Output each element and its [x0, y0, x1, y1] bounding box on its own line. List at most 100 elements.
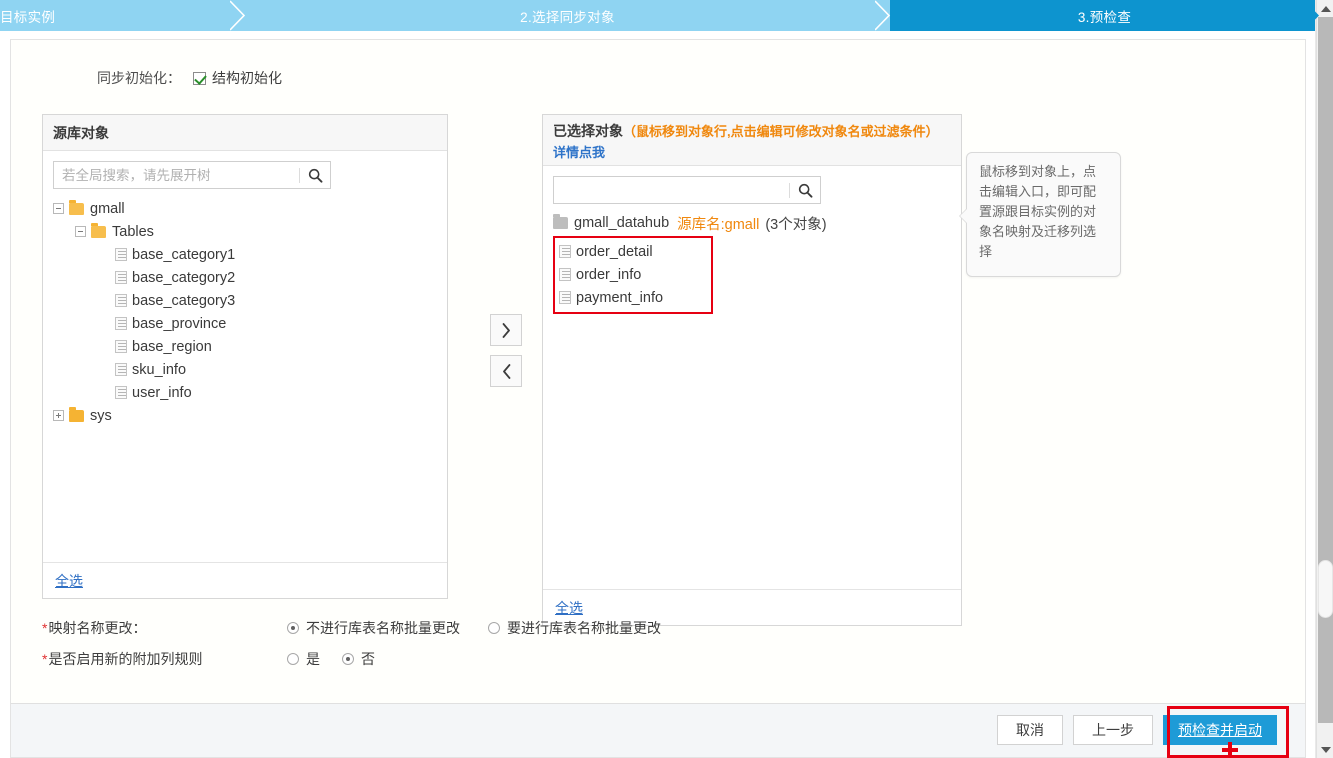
- tree-node[interactable]: sys: [53, 404, 437, 427]
- page-scrollbar[interactable]: [1316, 0, 1333, 758]
- table-icon: [115, 248, 127, 261]
- tree-node[interactable]: base_province: [53, 312, 437, 335]
- selected-search-box[interactable]: [553, 176, 821, 204]
- selected-objects-title: 已选择对象（鼠标移到对象行,点击编辑可修改对象名或过滤条件） 详情点我: [543, 115, 961, 166]
- source-objects-body: gmall Tables base_category1 base_category2b…: [43, 151, 447, 437]
- scrollbar-thumb[interactable]: [1318, 560, 1333, 618]
- mapping-option-no-label: 不进行库表名称批量更改: [306, 620, 460, 636]
- radio-selected-icon[interactable]: [287, 622, 299, 634]
- selected-object-label: payment_info: [576, 289, 664, 306]
- scroll-down-button[interactable]: [1317, 741, 1333, 758]
- extra-column-rule-row: *是否启用新的附加列规则 是 否: [42, 649, 397, 669]
- tree-node[interactable]: base_category1: [53, 243, 437, 266]
- tree-node-label: user_info: [132, 384, 192, 401]
- radio-unselected-icon[interactable]: [287, 653, 299, 665]
- source-search-box[interactable]: [53, 161, 331, 189]
- extra-column-rule-label: *是否启用新的附加列规则: [42, 649, 287, 669]
- selected-search-button[interactable]: [790, 177, 820, 203]
- tree-node-label: Tables: [112, 223, 154, 240]
- table-icon: [559, 291, 571, 304]
- wizard-step-1[interactable]: 目标实例: [0, 0, 246, 31]
- tree-node[interactable]: base_category3: [53, 289, 437, 312]
- source-select-all-link[interactable]: 全选: [55, 571, 83, 591]
- selected-objects-hint: （鼠标移到对象行,点击编辑可修改对象名或过滤条件）: [623, 124, 939, 139]
- wizard-step-2[interactable]: 2.选择同步对象: [245, 0, 891, 31]
- search-icon: [308, 168, 322, 183]
- scroll-up-button[interactable]: [1317, 0, 1333, 17]
- tree-expand-icon[interactable]: [53, 410, 64, 421]
- tree-node-label: base_category2: [132, 269, 236, 286]
- table-icon: [115, 340, 127, 353]
- search-icon: [798, 183, 812, 198]
- selected-object-row[interactable]: order_detail: [559, 240, 707, 263]
- table-icon: [115, 271, 127, 284]
- source-object-tree[interactable]: gmall Tables base_category1 base_category2b…: [53, 197, 437, 427]
- triangle-up-icon: [1320, 5, 1331, 12]
- tree-node-label: gmall: [90, 200, 125, 217]
- radio-selected-icon[interactable]: [342, 653, 354, 665]
- tree-node[interactable]: sku_info: [53, 358, 437, 381]
- structure-init-checkbox[interactable]: 结构初始化: [193, 68, 282, 88]
- previous-step-button[interactable]: 上一步: [1073, 715, 1153, 745]
- wizard-step-3[interactable]: 3.预检查: [890, 0, 1319, 31]
- tree-collapse-icon[interactable]: [53, 203, 64, 214]
- mapping-option-yes[interactable]: 要进行库表名称批量更改: [488, 618, 661, 638]
- selected-root-row[interactable]: gmall_datahub 源库名:gmall (3个对象): [553, 212, 951, 234]
- cancel-button[interactable]: 取消: [997, 715, 1063, 745]
- selected-root-name: gmall_datahub: [574, 215, 670, 231]
- source-objects-title: 源库对象: [43, 115, 447, 151]
- source-search-input[interactable]: [54, 162, 299, 188]
- folder-icon: [69, 199, 84, 215]
- tooltip-text: 鼠标移到对象上，点击编辑入口，即可配置源跟目标实例的对象名映射及迁移列选择: [979, 164, 1097, 259]
- triangle-down-icon: [1320, 746, 1331, 753]
- precheck-and-start-button[interactable]: 预检查并启动: [1163, 715, 1277, 745]
- edit-entry-tooltip: 鼠标移到对象上，点击编辑入口，即可配置源跟目标实例的对象名映射及迁移列选择: [959, 152, 1121, 277]
- tree-node[interactable]: gmall: [53, 197, 437, 220]
- tree-node[interactable]: user_info: [53, 381, 437, 404]
- footer-button-group: 取消 上一步 预检查并启动: [987, 715, 1277, 745]
- mapping-name-change-label-text: 映射名称更改：: [48, 620, 147, 636]
- selected-object-row[interactable]: payment_info: [559, 286, 707, 309]
- folder-icon: [69, 406, 84, 422]
- extra-column-option-no-label: 否: [361, 651, 375, 667]
- radio-unselected-icon[interactable]: [488, 622, 500, 634]
- tree-node[interactable]: base_region: [53, 335, 437, 358]
- tree-node[interactable]: base_category2: [53, 266, 437, 289]
- wizard-step-2-label: 2.选择同步对象: [520, 9, 615, 25]
- selected-select-all-link[interactable]: 全选: [555, 598, 583, 618]
- table-icon: [115, 317, 127, 330]
- selected-search-input[interactable]: [554, 177, 789, 203]
- extra-column-option-no[interactable]: 否: [342, 649, 375, 669]
- mapping-option-no[interactable]: 不进行库表名称批量更改: [287, 618, 460, 638]
- selected-objects-title-text: 已选择对象: [553, 123, 623, 139]
- selected-objects-panel: 已选择对象（鼠标移到对象行,点击编辑可修改对象名或过滤条件）详情点我 gmall…: [542, 114, 962, 626]
- extra-column-option-yes[interactable]: 是: [287, 649, 320, 669]
- wizard-step-bar: 目标实例 2.选择同步对象 3.预检查: [0, 0, 1319, 31]
- tree-node-label: sku_info: [132, 361, 187, 378]
- selected-objects-body: gmall_datahub 源库名:gmall (3个对象) order_det…: [543, 166, 961, 324]
- move-to-selected-button[interactable]: [490, 314, 522, 346]
- required-mark: *: [42, 651, 48, 667]
- step-separator-icon: [875, 0, 891, 31]
- sync-init-row: 同步初始化： 结构初始化: [97, 68, 282, 88]
- extra-column-option-yes-label: 是: [306, 651, 320, 667]
- mapping-option-yes-label: 要进行库表名称批量更改: [507, 620, 661, 636]
- selected-root-source: 源库名:gmall: [677, 216, 760, 233]
- move-to-source-button[interactable]: [490, 355, 522, 387]
- selected-objects-detail-link[interactable]: 详情点我: [553, 145, 605, 160]
- extra-column-rule-label-text: 是否启用新的附加列规则: [48, 651, 203, 667]
- folder-icon: [553, 214, 568, 229]
- source-search-button[interactable]: [300, 162, 330, 188]
- tree-node-label: base_province: [132, 315, 227, 332]
- table-icon: [115, 363, 127, 376]
- step-separator-icon: [230, 0, 246, 31]
- wizard-step-3-label: 3.预检查: [1077, 9, 1132, 25]
- table-icon: [115, 294, 127, 307]
- main-content-card: 同步初始化： 结构初始化 源库对象 若全局搜索，请先展开树 gmall Tabl…: [10, 39, 1306, 703]
- tree-node[interactable]: Tables: [53, 220, 437, 243]
- tree-collapse-icon[interactable]: [75, 226, 86, 237]
- selected-root-count: (3个对象): [765, 216, 827, 233]
- selected-items-list[interactable]: order_detail order_info payment_info: [553, 236, 713, 314]
- checkbox-checked-icon[interactable]: [193, 71, 206, 85]
- selected-object-row[interactable]: order_info: [559, 263, 707, 286]
